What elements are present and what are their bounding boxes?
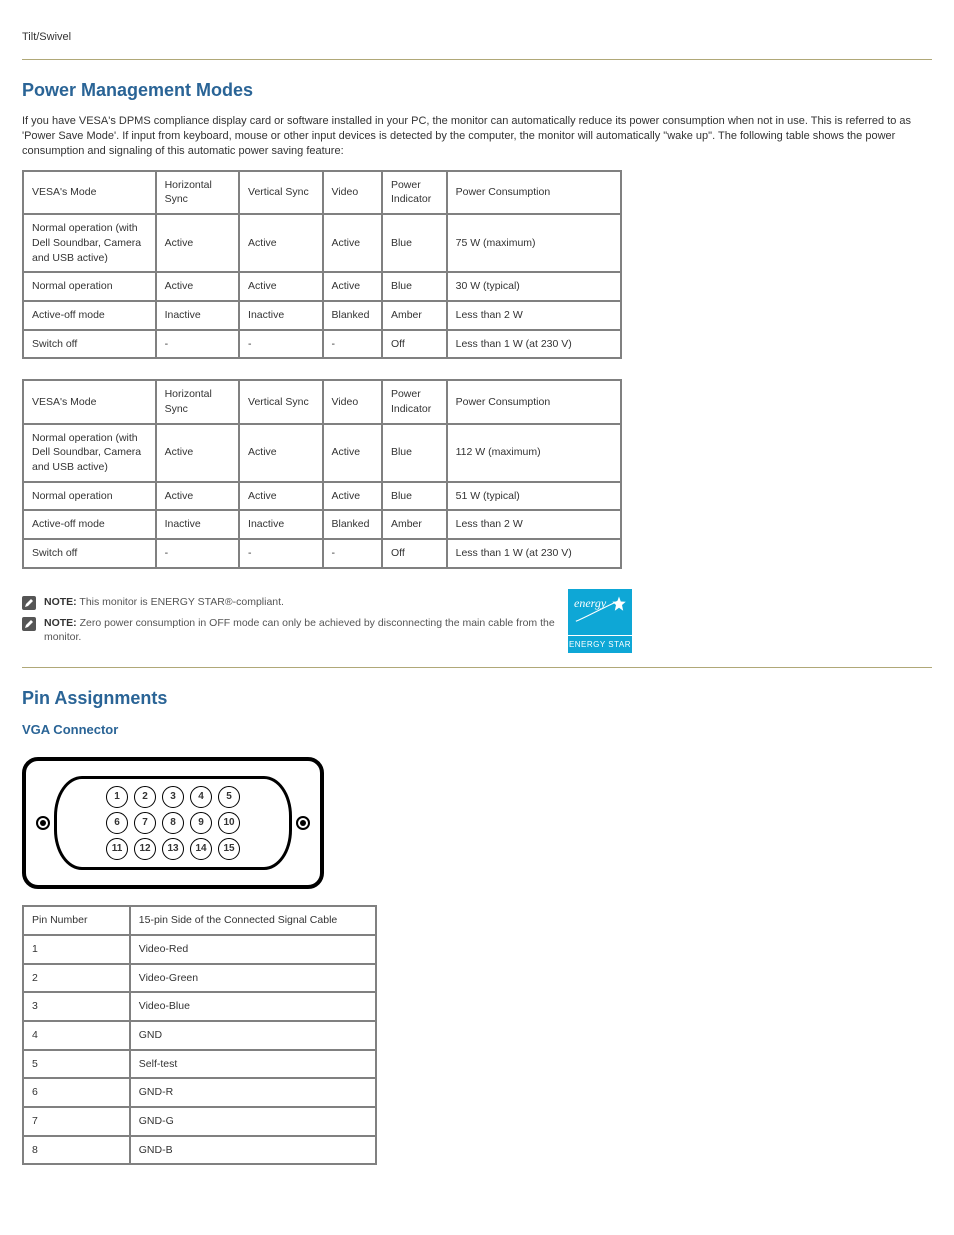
swoosh-icon bbox=[574, 597, 630, 625]
th: Video bbox=[324, 381, 381, 422]
energy-star-logo: energy ENERGY STAR bbox=[568, 589, 632, 653]
table-row: 2Video-Green bbox=[24, 965, 375, 992]
th: Power Consumption bbox=[448, 381, 620, 422]
note-1: NOTE: This monitor is ENERGY STAR®-compl… bbox=[22, 595, 562, 610]
table-row: 8GND-B bbox=[24, 1137, 375, 1164]
note-text: This monitor is ENERGY STAR®-compliant. bbox=[79, 596, 284, 608]
pin-assignment-table: Pin Number 15-pin Side of the Connected … bbox=[22, 905, 377, 1165]
table-row: 1Video-Red bbox=[24, 936, 375, 963]
vga-subtitle: VGA Connector bbox=[22, 721, 932, 739]
page-top-caption: Tilt/Swivel bbox=[22, 30, 932, 45]
power-table-1: VESA's Mode Horizontal Sync Vertical Syn… bbox=[22, 170, 622, 360]
section-title-pins: Pin Assignments bbox=[22, 686, 932, 711]
pin-5: 5 bbox=[218, 786, 240, 808]
table-row: Switch off---OffLess than 1 W (at 230 V) bbox=[24, 540, 620, 567]
pencil-icon bbox=[22, 617, 36, 631]
pin-6: 6 bbox=[106, 812, 128, 834]
table-row: 4GND bbox=[24, 1022, 375, 1049]
th: Vertical Sync bbox=[240, 381, 321, 422]
table-row: 6GND-R bbox=[24, 1079, 375, 1106]
pin-9: 9 bbox=[190, 812, 212, 834]
vga-connector-diagram: 1 2 3 4 5 6 7 8 9 10 11 12 13 14 15 bbox=[22, 757, 324, 889]
pin-12: 12 bbox=[134, 838, 156, 860]
divider bbox=[22, 59, 932, 60]
screw-icon bbox=[296, 816, 310, 830]
table-row: Active-off modeInactiveInactiveBlankedAm… bbox=[24, 511, 620, 538]
th: Video bbox=[324, 172, 381, 213]
divider bbox=[22, 667, 932, 668]
pin-2: 2 bbox=[134, 786, 156, 808]
th: Pin Number bbox=[24, 907, 129, 934]
th: 15-pin Side of the Connected Signal Cabl… bbox=[131, 907, 375, 934]
pin-4: 4 bbox=[190, 786, 212, 808]
section-title-power: Power Management Modes bbox=[22, 78, 932, 103]
th: Horizontal Sync bbox=[157, 381, 238, 422]
note-2: NOTE: Zero power consumption in OFF mode… bbox=[22, 616, 562, 645]
pencil-icon bbox=[22, 596, 36, 610]
vga-shell: 1 2 3 4 5 6 7 8 9 10 11 12 13 14 15 bbox=[54, 776, 292, 870]
th: Power Indicator bbox=[383, 381, 446, 422]
table-row: VESA's Mode Horizontal Sync Vertical Syn… bbox=[24, 381, 620, 422]
table-row: Normal operationActiveActiveActiveBlue51… bbox=[24, 483, 620, 510]
pin-10: 10 bbox=[218, 812, 240, 834]
note-text: Zero power consumption in OFF mode can o… bbox=[44, 617, 555, 644]
screw-icon bbox=[36, 816, 50, 830]
table-row: 5Self-test bbox=[24, 1051, 375, 1078]
pin-13: 13 bbox=[162, 838, 184, 860]
energy-star-label: ENERGY STAR bbox=[568, 635, 632, 653]
th: Power Consumption bbox=[448, 172, 620, 213]
pin-3: 3 bbox=[162, 786, 184, 808]
power-description: If you have VESA's DPMS compliance displ… bbox=[22, 114, 922, 160]
table-row: Switch off---OffLess than 1 W (at 230 V) bbox=[24, 331, 620, 358]
table-row: Normal operationActiveActiveActiveBlue30… bbox=[24, 273, 620, 300]
table-row: VESA's Mode Horizontal Sync Vertical Syn… bbox=[24, 172, 620, 213]
th: Power Indicator bbox=[383, 172, 446, 213]
pin-15: 15 bbox=[218, 838, 240, 860]
th: Vertical Sync bbox=[240, 172, 321, 213]
table-row: 7GND-G bbox=[24, 1108, 375, 1135]
note-label: NOTE: bbox=[44, 596, 77, 608]
table-row: 3Video-Blue bbox=[24, 993, 375, 1020]
th: VESA's Mode bbox=[24, 381, 155, 422]
pin-8: 8 bbox=[162, 812, 184, 834]
note-label: NOTE: bbox=[44, 617, 77, 629]
pin-11: 11 bbox=[106, 838, 128, 860]
pin-14: 14 bbox=[190, 838, 212, 860]
pin-7: 7 bbox=[134, 812, 156, 834]
pin-1: 1 bbox=[106, 786, 128, 808]
th: VESA's Mode bbox=[24, 172, 155, 213]
table-row: Normal operation (with Dell Soundbar, Ca… bbox=[24, 215, 620, 271]
th: Horizontal Sync bbox=[157, 172, 238, 213]
table-row: Active-off modeInactiveInactiveBlankedAm… bbox=[24, 302, 620, 329]
table-row: Normal operation (with Dell Soundbar, Ca… bbox=[24, 425, 620, 481]
table-row: Pin Number 15-pin Side of the Connected … bbox=[24, 907, 375, 934]
power-table-2: VESA's Mode Horizontal Sync Vertical Syn… bbox=[22, 379, 622, 569]
